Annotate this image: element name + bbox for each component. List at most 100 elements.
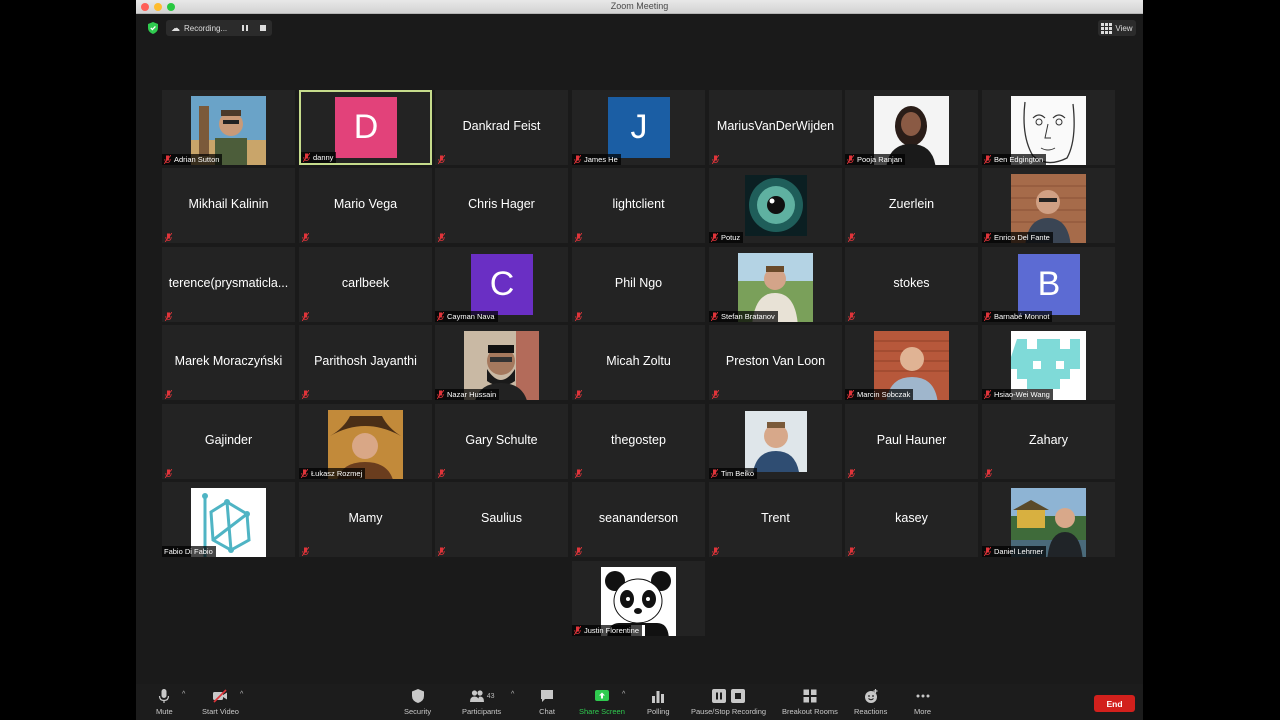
participant-tile[interactable]: Enrico Del Fante xyxy=(982,168,1115,243)
share-screen-icon xyxy=(594,690,609,701)
participant-tile[interactable]: lightclient xyxy=(572,168,705,243)
participant-tile[interactable]: Potuz xyxy=(709,168,842,243)
participant-tile[interactable]: Phil Ngo xyxy=(572,247,705,322)
reactions-smiley-icon xyxy=(864,689,878,703)
participants-icon-group: 43 xyxy=(469,688,495,704)
participants-caret-icon[interactable]: ^ xyxy=(511,691,519,698)
participant-tile[interactable]: carlbeek xyxy=(299,247,432,322)
audio-options-caret-icon[interactable]: ^ xyxy=(182,691,190,698)
meeting-toolbar: Mute ^ Start Video ^ Security 43 Partici… xyxy=(136,684,1143,720)
participant-photo xyxy=(745,411,807,472)
muted-mic-icon xyxy=(711,233,718,242)
participant-tile[interactable]: Adrian Sutton xyxy=(162,90,295,165)
polling-button[interactable]: Polling xyxy=(647,688,670,716)
chat-label: Chat xyxy=(539,707,555,716)
pause-recording-icon[interactable] xyxy=(242,25,248,31)
participant-tile[interactable]: J James He xyxy=(572,90,705,165)
muted-mic-icon xyxy=(848,547,855,556)
end-meeting-button[interactable]: End xyxy=(1094,695,1135,712)
muted-mic-icon xyxy=(575,233,582,242)
participant-name-label: Pooja Ranjan xyxy=(845,154,906,165)
participant-tile[interactable]: Nazar Hussain xyxy=(435,325,568,400)
reactions-button[interactable]: Reactions xyxy=(854,688,887,716)
participant-name-label: Tim Beiko xyxy=(709,468,758,479)
participant-tile[interactable]: Fabio Di Fabio xyxy=(162,482,295,557)
participant-tile[interactable]: Daniel Lehrner xyxy=(982,482,1115,557)
share-screen-caret-icon[interactable]: ^ xyxy=(622,691,630,698)
muted-mic-icon xyxy=(302,547,309,556)
chat-button[interactable]: Chat xyxy=(539,688,555,716)
participant-tile[interactable]: seananderson xyxy=(572,482,705,557)
share-screen-label: Share Screen xyxy=(579,707,625,716)
participant-tile[interactable]: Trent xyxy=(709,482,842,557)
participant-tile[interactable]: Mamy xyxy=(299,482,432,557)
start-video-label: Start Video xyxy=(202,707,239,716)
participant-tile[interactable]: Gary Schulte xyxy=(435,404,568,479)
participant-name: Nazar Hussain xyxy=(447,390,497,399)
share-screen-button[interactable]: Share Screen xyxy=(579,688,625,716)
participant-tile[interactable]: Gajinder xyxy=(162,404,295,479)
stop-recording-icon[interactable] xyxy=(260,25,266,31)
participant-tile[interactable]: Zuerlein xyxy=(845,168,978,243)
video-camera-off-icon xyxy=(213,689,228,703)
participant-tile[interactable]: Łukasz Rozmej xyxy=(299,404,432,479)
view-button[interactable]: View xyxy=(1098,20,1136,36)
participant-name: Micah Zoltu xyxy=(606,354,671,368)
start-video-button[interactable]: Start Video xyxy=(202,688,239,716)
participant-name: Justin Florentine xyxy=(584,626,640,635)
pause-stop-icon-group xyxy=(711,688,746,704)
participant-name-label: Marcin Sobczak xyxy=(845,389,914,400)
participants-button[interactable]: 43 Participants xyxy=(462,688,501,716)
participant-tile[interactable]: Stefan Bratanov xyxy=(709,247,842,322)
participant-tile[interactable]: Hsiao-Wei Wang xyxy=(982,325,1115,400)
mute-button[interactable]: Mute xyxy=(156,688,173,716)
more-button[interactable]: More xyxy=(914,688,931,716)
participant-tile[interactable]: thegostep xyxy=(572,404,705,479)
participant-tile[interactable]: kasey xyxy=(845,482,978,557)
participant-tile[interactable]: Marek Moraczyński xyxy=(162,325,295,400)
security-button[interactable]: Security xyxy=(404,688,431,716)
encryption-shield-icon[interactable] xyxy=(148,22,158,34)
participant-tile[interactable]: C Cayman Nava xyxy=(435,247,568,322)
more-dots-icon xyxy=(916,694,930,698)
participant-tile[interactable]: stokes xyxy=(845,247,978,322)
participant-tile[interactable]: Mario Vega xyxy=(299,168,432,243)
participant-name: Stefan Bratanov xyxy=(721,312,775,321)
participant-tile[interactable]: Zahary xyxy=(982,404,1115,479)
participant-tile[interactable]: Marcin Sobczak xyxy=(845,325,978,400)
participant-avatar: B xyxy=(1018,254,1080,315)
stop-icon xyxy=(731,689,746,703)
participant-name-label: Łukasz Rozmej xyxy=(299,468,366,479)
muted-mic-icon xyxy=(847,155,854,164)
participants-count: 43 xyxy=(486,692,495,700)
participant-tile[interactable]: Dankrad Feist xyxy=(435,90,568,165)
muted-mic-icon xyxy=(165,233,172,242)
title-bar: Zoom Meeting xyxy=(136,0,1143,14)
participant-tile[interactable]: Pooja Ranjan xyxy=(845,90,978,165)
muted-mic-icon xyxy=(848,469,855,478)
security-shield-icon xyxy=(411,689,424,703)
video-options-caret-icon[interactable]: ^ xyxy=(240,691,248,698)
participant-tile[interactable]: B Barnabé Monnot xyxy=(982,247,1115,322)
participant-tile[interactable]: Ddanny xyxy=(299,90,432,165)
participant-tile[interactable]: MariusVanDerWijden xyxy=(709,90,842,165)
participant-tile[interactable]: Ben Edgington xyxy=(982,90,1115,165)
muted-mic-icon xyxy=(303,153,310,162)
pause-stop-recording-button[interactable]: Pause/Stop Recording xyxy=(691,688,766,716)
participant-tile[interactable]: terence(prysmaticla... xyxy=(162,247,295,322)
participant-tile[interactable]: Parithosh Jayanthi xyxy=(299,325,432,400)
participant-tile[interactable]: Mikhail Kalinin xyxy=(162,168,295,243)
participant-tile[interactable]: Saulius xyxy=(435,482,568,557)
participant-tile[interactable]: Chris Hager xyxy=(435,168,568,243)
participant-tile[interactable]: Preston Van Loon xyxy=(709,325,842,400)
breakout-rooms-button[interactable]: Breakout Rooms xyxy=(782,688,838,716)
participant-name: Zuerlein xyxy=(888,197,935,211)
participant-tile[interactable]: Justin Florentine xyxy=(572,561,705,636)
participant-name: MariusVanDerWijden xyxy=(716,119,835,133)
participant-tile[interactable]: Micah Zoltu xyxy=(572,325,705,400)
participant-tile[interactable]: Tim Beiko xyxy=(709,404,842,479)
muted-mic-icon xyxy=(438,469,445,478)
participant-name-label: Justin Florentine xyxy=(572,625,643,636)
participant-tile[interactable]: Paul Hauner xyxy=(845,404,978,479)
reactions-label: Reactions xyxy=(854,707,888,716)
